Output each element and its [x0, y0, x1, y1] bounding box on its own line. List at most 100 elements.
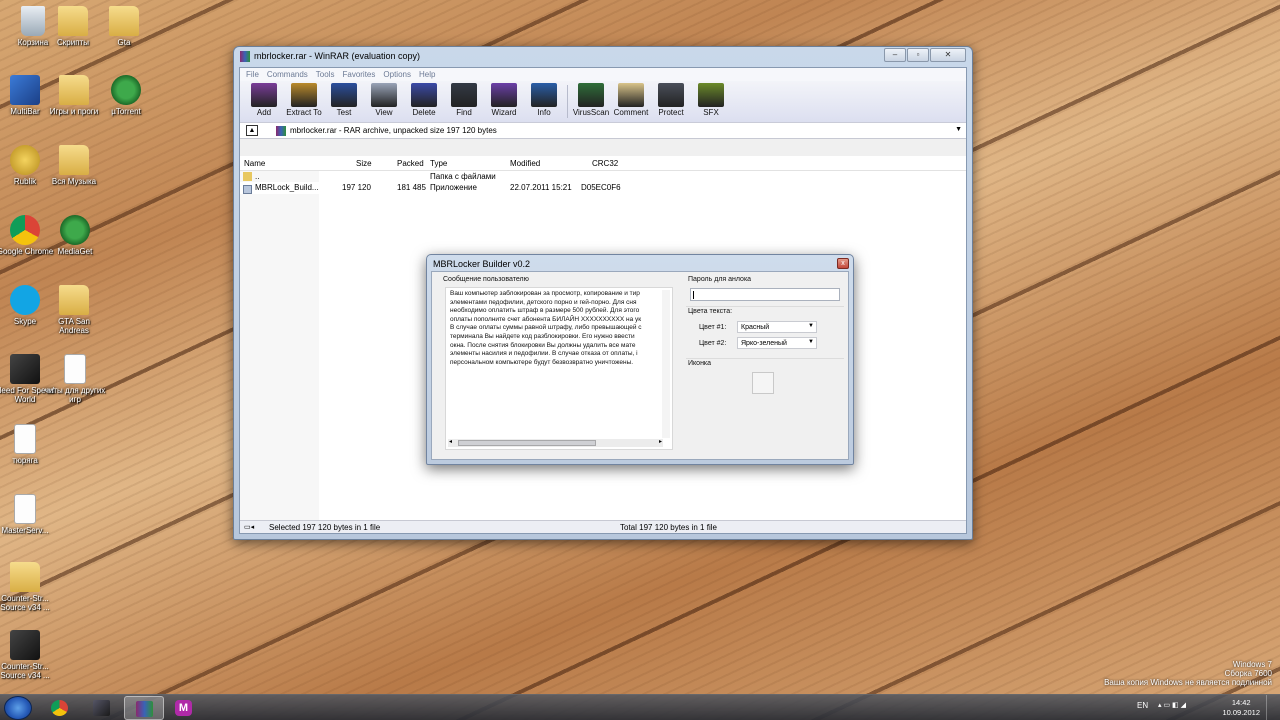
- toolbar-sfx-button[interactable]: SFX: [691, 81, 731, 122]
- maximize-button[interactable]: ▫: [907, 48, 929, 62]
- taskbar-item-chrome[interactable]: [40, 696, 80, 720]
- scrollbar-thumb[interactable]: [458, 440, 596, 446]
- desktop-icon-label: MediaGet: [57, 247, 93, 256]
- info-icon: [531, 83, 557, 107]
- taskbar-item-mediaget[interactable]: M: [164, 696, 204, 720]
- close-button[interactable]: ✕: [930, 48, 966, 62]
- toolbar-extract-to-button[interactable]: Extract To: [284, 81, 324, 122]
- menu-file[interactable]: File: [242, 68, 263, 81]
- show-desktop-button[interactable]: [1266, 695, 1280, 720]
- toolbar-test-button[interactable]: Test: [324, 81, 364, 122]
- desktop-icon-label: Counter-Str... Source v34 ...: [0, 594, 50, 612]
- menu-favorites[interactable]: Favorites: [338, 68, 379, 81]
- delete-icon: [411, 83, 437, 107]
- taskbar-item-nfs[interactable]: [82, 696, 122, 720]
- desktop-icon[interactable]: Gta: [93, 6, 155, 47]
- horizontal-scrollbar[interactable]: ◂ ▸: [448, 439, 663, 447]
- toolbar-find-button[interactable]: Find: [444, 81, 484, 122]
- toolbar-delete-button[interactable]: Delete: [404, 81, 444, 122]
- scroll-right-icon[interactable]: ▸: [659, 438, 662, 445]
- scroll-left-icon[interactable]: ◂: [449, 438, 452, 445]
- up-folder-icon[interactable]: ▲: [246, 125, 258, 136]
- chevron-down-icon[interactable]: ▼: [955, 126, 962, 133]
- message-label: Сообщение пользователю: [443, 276, 529, 283]
- message-textarea[interactable]: Ваш компьютер заблокирован за просмотр, …: [445, 287, 673, 450]
- desktop-icon[interactable]: читы для других игр: [44, 354, 106, 404]
- vertical-scrollbar[interactable]: [662, 290, 670, 438]
- winrar-titlebar[interactable]: mbrlocker.rar - WinRAR (evaluation copy)…: [234, 47, 972, 67]
- document-icon: [14, 494, 36, 524]
- menu-commands[interactable]: Commands: [263, 68, 312, 81]
- winrar-icon: [136, 701, 153, 717]
- clock[interactable]: 14:42 10.09.2012: [1222, 698, 1260, 718]
- toolbar-info-button[interactable]: Info: [524, 81, 564, 122]
- desktop-icon-label: GTA San Andreas: [58, 317, 90, 335]
- desktop-icon[interactable]: тюряга: [0, 424, 56, 465]
- toolbar-label: Protect: [658, 108, 684, 117]
- message-line: В случае оплаты суммы равной штрафу, либ…: [450, 324, 642, 332]
- toolbar-add-button[interactable]: Add: [244, 81, 284, 122]
- toolbar-view-button[interactable]: View: [364, 81, 404, 122]
- menu-tools[interactable]: Tools: [312, 68, 339, 81]
- desktop-icon[interactable]: Counter-Str... Source v34 ...: [0, 562, 56, 612]
- desktop-icon[interactable]: MasterServ...: [0, 494, 56, 535]
- color2-select[interactable]: Ярко-зеленый ▼: [737, 337, 817, 349]
- color1-label: Цвет #1:: [699, 324, 727, 331]
- protect-icon: [658, 83, 684, 107]
- menu-options[interactable]: Options: [379, 68, 415, 81]
- multibar-icon: [10, 75, 40, 105]
- toolbar-wizard-button[interactable]: Wizard: [484, 81, 524, 122]
- password-input[interactable]: [690, 288, 840, 301]
- toolbar-comment-button[interactable]: Comment: [611, 81, 651, 122]
- mbrlocker-dialog: MBRLocker Builder v0.2 x Сообщение польз…: [426, 254, 854, 465]
- message-line: терминала Вы найдете код разблокировки. …: [450, 332, 635, 340]
- start-button[interactable]: [4, 696, 32, 720]
- exe-icon: [243, 185, 252, 194]
- toolbar-protect-button[interactable]: Protect: [651, 81, 691, 122]
- extract-icon: [291, 83, 317, 107]
- document-icon: [14, 424, 36, 454]
- col-crc32[interactable]: CRC32: [592, 159, 618, 168]
- folder-up-icon: [243, 172, 252, 181]
- toolbar-label: SFX: [703, 108, 719, 117]
- message-line: необходимо оплатить штраф в размере 500 …: [450, 307, 640, 315]
- css-icon: [10, 630, 40, 660]
- rublik-icon: [10, 145, 40, 175]
- toolbar-virusscan-button[interactable]: VirusScan: [571, 81, 611, 122]
- desktop-icon-label: Вся Музыка: [51, 177, 97, 186]
- desktop-icon[interactable]: Counter-Str... Source v34 ...: [0, 630, 56, 680]
- menu-help[interactable]: Help: [415, 68, 439, 81]
- desktop-icon[interactable]: Вся Музыка: [43, 145, 105, 186]
- col-size[interactable]: Size: [356, 159, 372, 168]
- desktop-icon[interactable]: MediaGet: [44, 215, 106, 256]
- col-type[interactable]: Type: [430, 159, 447, 168]
- minimize-button[interactable]: ‒: [884, 48, 906, 62]
- icon-picker[interactable]: [752, 372, 774, 394]
- taskbar-item-winrar[interactable]: [124, 696, 164, 720]
- message-text: Ваш компьютер заблокирован за просмотр, …: [450, 290, 662, 367]
- utorrent-icon: [111, 75, 141, 105]
- tray-icons[interactable]: ▴ ▭ ◧ ◢: [1158, 701, 1186, 709]
- desktop-icon[interactable]: µTorrent: [95, 75, 157, 116]
- message-line: персональном компьютере будут безвозврат…: [450, 358, 634, 366]
- toolbar-label: Wizard: [491, 108, 517, 117]
- table-row[interactable]: .. Папка с файлами: [240, 170, 966, 182]
- col-modified[interactable]: Modified: [510, 159, 540, 168]
- winrar-app-icon: [240, 51, 250, 62]
- icon-label: Иконка: [688, 360, 712, 367]
- desktop-icon[interactable]: GTA San Andreas: [43, 285, 105, 335]
- toolbar-label: Comment: [613, 108, 649, 117]
- address-bar[interactable]: ▲ mbrlocker.rar - RAR archive, unpacked …: [240, 123, 966, 139]
- chrome-icon: [10, 215, 40, 245]
- language-indicator[interactable]: EN: [1137, 701, 1148, 710]
- status-bar: ▭◂ Selected 197 120 bytes in 1 file Tota…: [240, 520, 966, 533]
- disk-icon[interactable]: ▭◂: [244, 523, 254, 531]
- table-row[interactable]: MBRLock_Build... 197 120 181 485 Приложе…: [240, 182, 966, 194]
- status-selected: Selected 197 120 bytes in 1 file: [269, 523, 381, 532]
- dialog-close-button[interactable]: x: [837, 258, 849, 269]
- desktop-icon-label: Gta: [117, 38, 131, 47]
- col-name[interactable]: Name: [244, 159, 265, 168]
- chevron-down-icon: ▼: [808, 323, 814, 329]
- col-packed[interactable]: Packed: [397, 159, 424, 168]
- color1-select[interactable]: Красный ▼: [737, 321, 817, 333]
